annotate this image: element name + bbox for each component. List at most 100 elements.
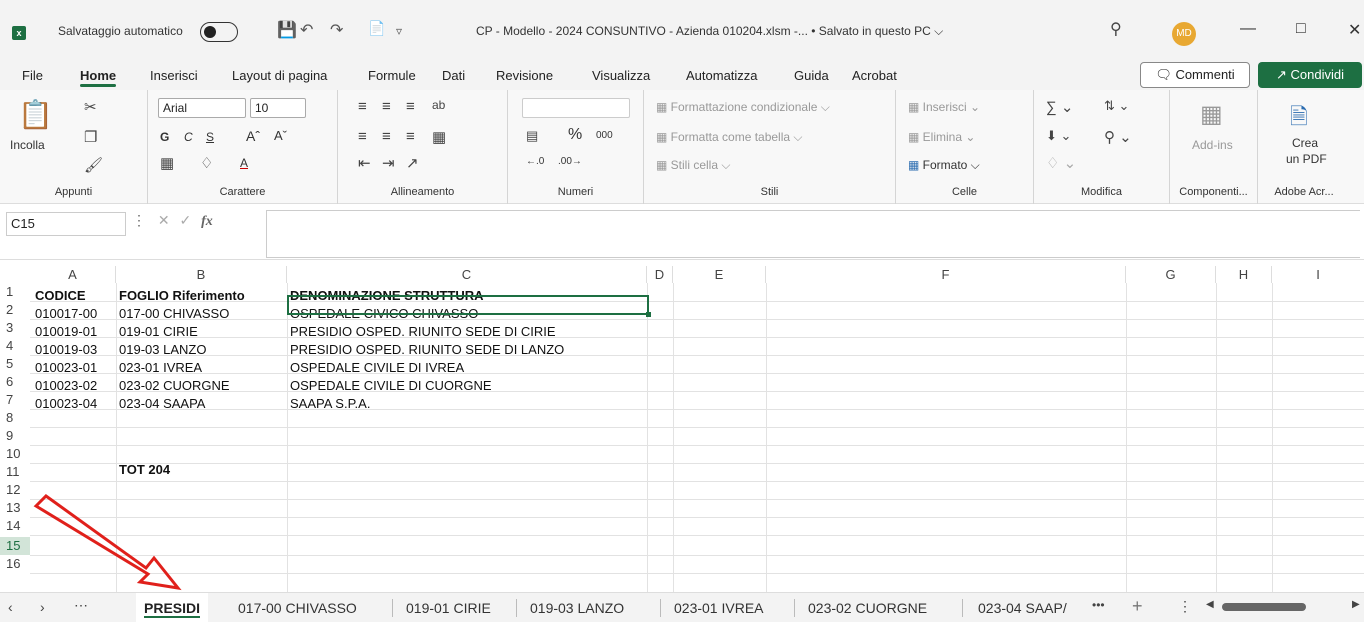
insert-cells-button[interactable]: ▦ Inserisci ⌄ [908,100,980,114]
column-header-a[interactable]: A [30,266,116,283]
column-header-g[interactable]: G [1126,266,1216,283]
cell-c3[interactable]: PRESIDIO OSPED. RIUNITO SEDE DI CIRIE [287,323,556,341]
font-size-select[interactable]: 10 [250,98,306,118]
shrink-font-icon[interactable]: Aˇ [274,128,287,143]
column-header-c[interactable]: C [287,266,647,283]
grow-font-icon[interactable]: Aˆ [246,128,260,144]
sort-filter-icon[interactable]: ⇅ ⌄ [1104,98,1129,114]
align-bottom-icon[interactable]: ≡ [406,98,415,115]
create-pdf-icon[interactable]: 🗎 [1290,100,1308,138]
column-header-e[interactable]: E [673,266,766,283]
tab-review[interactable]: Revisione [496,68,553,83]
cell-b5[interactable]: 023-01 IVREA [116,359,202,377]
italic-icon[interactable]: C [184,130,193,144]
add-sheet-icon[interactable]: + [1132,596,1143,617]
thousands-separator-icon[interactable]: 000 [596,130,613,141]
align-top-icon[interactable]: ≡ [358,98,367,115]
cell-c4[interactable]: PRESIDIO OSPED. RIUNITO SEDE DI LANZO [287,341,564,359]
cancel-icon[interactable]: ✕ [158,212,170,228]
format-painter-icon[interactable]: 🖌 [84,156,103,174]
font-color-icon[interactable]: A [240,156,248,170]
paste-label[interactable]: Incolla [10,138,45,152]
comments-button[interactable]: 🗨 Commenti [1140,62,1250,88]
sheet-tab-lanzo[interactable]: 019-03 LANZO [522,593,632,622]
row-header-5[interactable]: 5 [0,355,30,373]
cell-c5[interactable]: OSPEDALE CIVILE DI IVREA [287,359,464,377]
borders-icon[interactable]: ▦ [160,154,174,172]
cell-b6[interactable]: 023-02 CUORGNE [116,377,230,395]
format-cells-button[interactable]: ▦ Formato ⌵ [908,158,980,173]
tab-file[interactable]: File [22,68,43,83]
underline-icon[interactable]: S [206,130,214,144]
scroll-left-icon[interactable]: ◀ [1206,599,1214,610]
cell-a1[interactable]: CODICE [32,287,86,305]
addins-icon[interactable]: ▦ [1200,100,1223,129]
row-header-16[interactable]: 16 [0,555,30,573]
clear-icon[interactable]: ♢ ⌄ [1046,154,1076,172]
wrap-text-icon[interactable]: ab [432,98,445,112]
orientation-icon[interactable]: ↗ [406,154,419,172]
row-header-7[interactable]: 7 [0,391,30,409]
new-file-icon[interactable]: 📄 [368,20,385,37]
sheet-tab-cirie[interactable]: 019-01 CIRIE [398,593,499,622]
sheet-tab-presidi[interactable]: PRESIDI [136,593,209,622]
percent-icon[interactable]: % [568,126,582,144]
row-header-8[interactable]: 8 [0,409,30,427]
scroll-split-icon[interactable]: ⋮ [1178,598,1192,615]
align-right-icon[interactable]: ≡ [406,128,415,145]
row-header-11[interactable]: 11 [0,463,30,481]
sheet-tab-ivrea[interactable]: 023-01 IVREA [666,593,772,622]
tab-view[interactable]: Visualizza [592,68,650,83]
formula-input[interactable] [266,210,1360,258]
prev-sheet-icon[interactable]: ‹ [8,599,13,615]
create-pdf-line2[interactable]: un PDF [1286,152,1327,166]
conditional-formatting-button[interactable]: ▦ Formattazione condizionale ⌵ [656,100,830,115]
increase-decimal-icon[interactable]: ←.0 [526,156,544,167]
sheet-tab-chivasso[interactable]: 017-00 CHIVASSO [230,593,365,622]
font-name-select[interactable]: Arial [158,98,246,118]
tab-page-layout[interactable]: Layout di pagina [232,68,327,83]
maximize-icon[interactable]: □ [1296,20,1306,38]
tab-automate[interactable]: Automatizza [686,68,758,83]
enter-icon[interactable]: ✓ [180,212,192,228]
tab-insert[interactable]: Inserisci [150,68,198,83]
search-icon[interactable]: ⚲ [1110,19,1122,39]
customize-toolbar-icon[interactable]: ▿ [396,24,402,38]
align-left-icon[interactable]: ≡ [358,128,367,145]
cell-a3[interactable]: 010019-01 [32,323,97,341]
row-header-6[interactable]: 6 [0,373,30,391]
selected-cell-c15[interactable] [287,295,651,317]
cell-a7[interactable]: 010023-04 [32,395,97,413]
addins-button-label[interactable]: Add-ins [1192,138,1233,152]
select-all-corner[interactable] [0,266,30,283]
cell-a5[interactable]: 010023-01 [32,359,97,377]
minimize-icon[interactable]: — [1240,20,1256,38]
sheet-tab-cuorgne[interactable]: 023-02 CUORGNE [800,593,935,622]
cell-c6[interactable]: OSPEDALE CIVILE DI CUORGNE [287,377,492,395]
column-header-i[interactable]: I [1272,266,1364,283]
share-button[interactable]: ↗ Condividi [1258,62,1362,88]
cell-a6[interactable]: 010023-02 [32,377,97,395]
column-header-f[interactable]: F [766,266,1126,283]
cell-b1[interactable]: FOGLIO Riferimento [116,287,245,305]
more-sheets-icon[interactable]: ••• [1092,598,1105,612]
paste-icon[interactable]: 📋 [18,98,53,131]
row-header-15[interactable]: 15 [0,537,30,555]
copy-icon[interactable]: ❐ [84,128,97,146]
autosum-icon[interactable]: ∑ ⌄ [1046,98,1073,116]
sheet-tab-saapa[interactable]: 023-04 SAAP/ [970,593,1075,622]
align-center-icon[interactable]: ≡ [382,128,391,145]
cell-b7[interactable]: 023-04 SAAPA [116,395,205,413]
find-select-icon[interactable]: ⚲ ⌄ [1104,128,1132,146]
row-header-4[interactable]: 4 [0,337,30,355]
tab-help[interactable]: Guida [794,68,829,83]
row-header-9[interactable]: 9 [0,427,30,445]
more-sheets-left-icon[interactable]: ⋯ [74,597,88,614]
delete-cells-button[interactable]: ▦ Elimina ⌄ [908,130,975,144]
close-icon[interactable]: ✕ [1348,20,1361,40]
name-box[interactable]: C15 [6,212,126,236]
cut-icon[interactable]: ✂ [84,98,97,116]
increase-indent-icon[interactable]: ⇥ [382,154,395,172]
format-as-table-button[interactable]: ▦ Formatta come tabella ⌵ [656,130,803,145]
horizontal-scrollbar[interactable] [1222,603,1306,611]
